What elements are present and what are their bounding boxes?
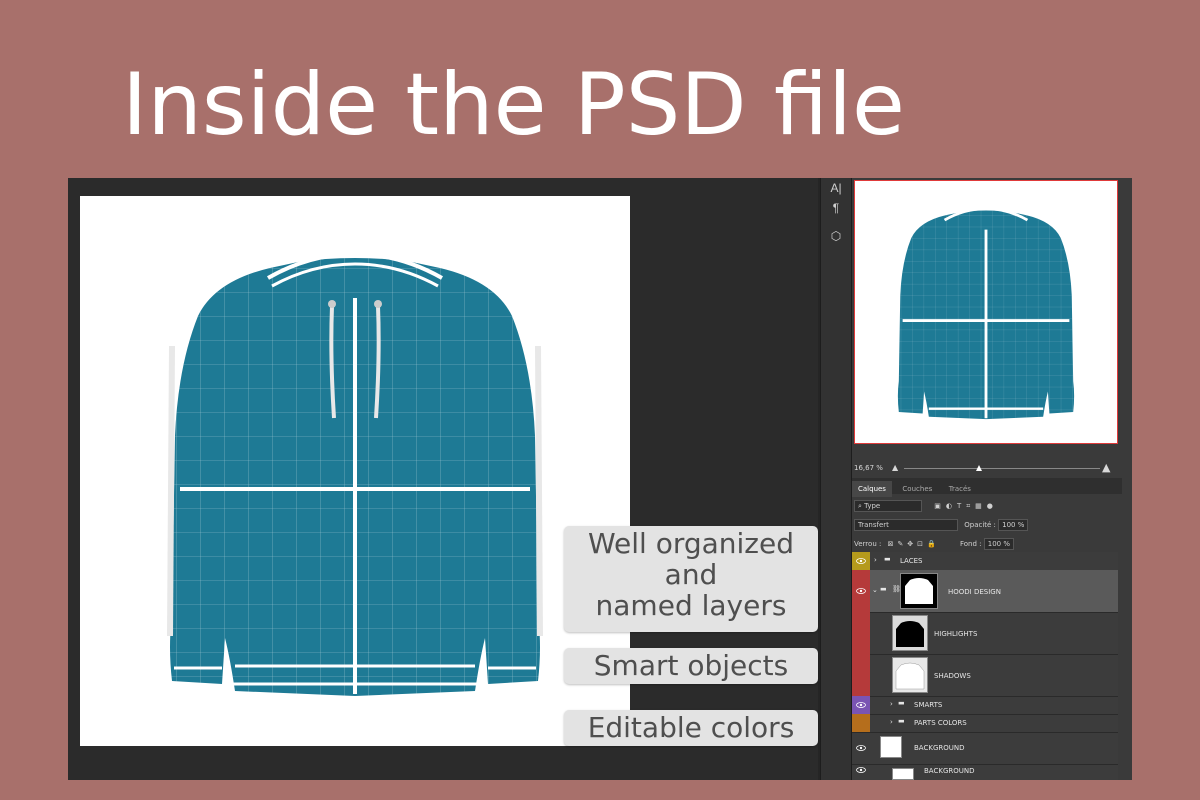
chevron-right-icon[interactable]: › [874,556,877,564]
tab-calques[interactable]: Calques [852,481,892,497]
layer-thumbnail[interactable] [880,736,902,758]
visibility-toggle[interactable] [852,654,870,696]
opacity-input[interactable]: 100 % [998,519,1029,531]
visibility-toggle[interactable] [852,570,870,612]
callout-line: Well organized [587,527,795,560]
layer-name: SMARTS [914,701,943,709]
eye-icon [856,702,866,708]
hoodie-silhouette [905,578,933,604]
mountain-small-icon[interactable]: ▲ [892,463,898,472]
lock-icons[interactable]: ⊠✎✥⊡🔒 [888,540,940,548]
layer-row-laces[interactable]: › ▬ LACES [852,552,1118,571]
layer-name: HIGHLIGHTS [934,630,978,638]
folder-icon: ▬ [898,699,905,707]
folder-icon: ▬ [880,585,887,593]
layer-name: PARTS COLORS [914,719,967,727]
chevron-right-icon[interactable]: › [890,718,893,726]
folder-icon: ▬ [898,717,905,725]
canvas-document[interactable] [80,196,630,746]
layer-row-background-partial[interactable]: BACKGROUND [852,764,1118,780]
photoshop-window: A| ¶ ⬡ 16,67 % ▲ ▲ Calques Couches Tracé [68,178,1132,780]
tab-traces[interactable]: Tracés [943,481,977,497]
filter-kind-label: Type [864,502,881,510]
blend-mode-select[interactable]: Transfert [854,519,958,531]
eye-icon [856,745,866,751]
folder-icon: ▬ [884,555,891,563]
hoodie-mockup [167,251,543,696]
navigator-preview[interactable] [854,180,1118,444]
layer-name: LACES [900,557,923,565]
callout-organized-layers: Well organized and named layers [564,526,818,632]
zoom-slider-handle[interactable] [976,465,982,471]
layer-name: BACKGROUND [924,767,975,775]
layer-row-background[interactable]: BACKGROUND [852,732,1118,765]
mountain-large-icon[interactable]: ▲ [1102,461,1110,474]
visibility-toggle[interactable] [852,732,870,764]
eye-icon [856,588,866,594]
callout-smart-objects: Smart objects [564,648,818,684]
visibility-toggle[interactable] [852,612,870,654]
layer-thumbnail[interactable] [892,768,914,780]
layer-row-parts-colors[interactable]: › ▬ PARTS COLORS [852,714,1118,733]
layer-row-highlights[interactable]: HIGHLIGHTS [852,612,1118,655]
zoom-row: 16,67 % ▲ ▲ [852,460,1122,478]
tab-couches[interactable]: Couches [896,481,938,497]
opacity-label: Opacité : [964,521,996,529]
eye-icon [856,558,866,564]
fill-input[interactable]: 100 % [983,538,1015,550]
lock-label: Verrou : [854,540,882,548]
hoodie-silhouette [896,621,924,647]
callout-line: and [664,558,718,591]
tool-strip: A| ¶ ⬡ [820,178,852,780]
callout-line: Smart objects [593,649,789,682]
filter-kind-select[interactable]: ⌕ Type [854,500,922,512]
blend-row: Transfert Opacité : 100 % [852,519,1122,531]
eye-icon [856,767,866,773]
layer-row-shadows[interactable]: SHADOWS [852,654,1118,697]
paragraph-icon[interactable]: ¶ [821,198,851,218]
filter-icons[interactable]: ▣◐T⌗▦● [934,502,998,510]
callout-line: named layers [595,589,787,622]
navigator-hoodie [897,207,1075,420]
headline: Inside the PSD file [122,55,905,155]
layer-name: HOODI DESIGN [948,588,1001,596]
layer-thumbnail[interactable] [892,657,928,693]
visibility-toggle[interactable] [852,714,870,732]
lock-row: Verrou : ⊠✎✥⊡🔒 Fond : 100 % [852,538,1122,550]
right-panels: 16,67 % ▲ ▲ Calques Couches Tracés ⌕ Typ… [852,178,1132,780]
callout-line: Editable colors [587,711,795,744]
chevron-right-icon[interactable]: › [890,700,893,708]
zoom-slider-track[interactable] [904,468,1100,469]
visibility-toggle[interactable] [852,696,870,714]
text-tool-icon[interactable]: A| [821,178,851,198]
callout-editable-colors: Editable colors [564,710,818,746]
zoom-value[interactable]: 16,67 % [854,464,883,472]
chevron-down-icon[interactable]: ⌄ [872,586,878,594]
3d-icon[interactable]: ⬡ [821,226,851,246]
layer-name: BACKGROUND [914,744,965,752]
layer-mask-thumbnail[interactable] [900,573,938,609]
panel-tabs: Calques Couches Tracés [852,478,1122,497]
layers-list: › ▬ LACES ⌄ ▬ ⛓ HOODI DESIGN HIGHLIGHTS … [852,552,1118,780]
fill-label: Fond : [960,540,982,548]
visibility-toggle[interactable] [852,552,870,570]
layer-row-smarts[interactable]: › ▬ SMARTS [852,696,1118,715]
layer-name: SHADOWS [934,672,971,680]
hoodie-silhouette [895,662,925,690]
filter-row: ⌕ Type ▣◐T⌗▦● [852,500,1122,512]
layer-thumbnail[interactable] [892,615,928,651]
canvas-area[interactable] [68,178,818,780]
layer-row-hoodi-design[interactable]: ⌄ ▬ ⛓ HOODI DESIGN [852,570,1118,613]
visibility-toggle[interactable] [852,764,870,780]
